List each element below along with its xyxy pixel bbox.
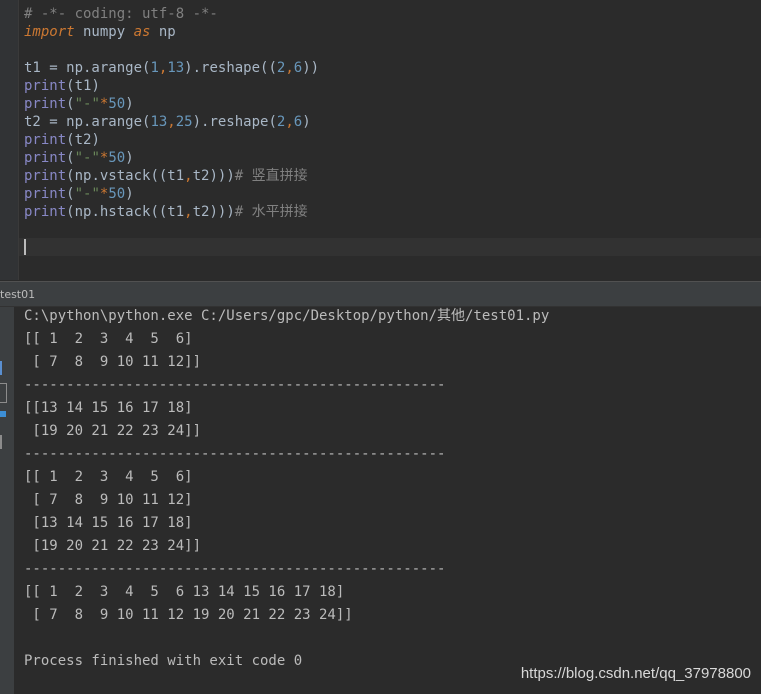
console-line: [ 7 8 9 10 11 12]] — [24, 354, 202, 370]
delete-icon[interactable] — [0, 435, 8, 449]
code-token: 水平拼接 — [251, 204, 308, 220]
run-toolbar — [0, 307, 14, 694]
code-token: print — [24, 78, 67, 94]
code-token: # — [234, 168, 252, 184]
current-line-highlight — [19, 238, 761, 256]
code-editor[interactable]: # -*- coding: utf-8 -*- import numpy as n… — [0, 0, 761, 280]
code-token: ( — [66, 186, 75, 202]
console-line: ----------------------------------------… — [24, 561, 446, 577]
code-token: ).reshape(( — [184, 60, 277, 76]
code-token: print — [24, 168, 67, 184]
code-token: t2))) — [192, 168, 235, 184]
code-token: print — [24, 96, 67, 112]
console-line: [ 7 8 9 10 11 12 19 20 21 22 23 24]] — [24, 607, 353, 623]
console-line: [[ 1 2 3 4 5 6 13 14 15 16 17 18] — [24, 584, 345, 600]
code-token: ( — [66, 96, 75, 112]
code-token: , — [285, 60, 294, 76]
code-token: 25 — [175, 114, 193, 130]
code-token: "-" — [74, 186, 100, 202]
code-token: 13 — [150, 114, 168, 130]
code-line: print("-"*50) — [24, 95, 134, 113]
console-output[interactable]: C:\python\python.exe C:/Users/gpc/Deskto… — [14, 307, 761, 694]
code-token: print — [24, 204, 67, 220]
code-token: 13 — [167, 60, 185, 76]
run-tool-window-header: test01 — [0, 281, 761, 307]
code-line: print("-"*50) — [24, 185, 134, 203]
console-line: [19 20 21 22 23 24]] — [24, 538, 202, 554]
code-token: "-" — [74, 96, 100, 112]
code-token: # -*- coding: utf-8 -*- — [24, 6, 218, 22]
console-line: ----------------------------------------… — [24, 446, 446, 462]
code-token: (t1) — [66, 78, 100, 94]
code-token: (t2) — [66, 132, 100, 148]
code-token: print — [24, 186, 67, 202]
code-token: (np.vstack((t1 — [66, 168, 185, 184]
code-token: numpy — [74, 24, 134, 40]
code-line: import numpy as np — [24, 23, 176, 41]
code-token: t2 = np.arange( — [24, 114, 151, 130]
code-token: , — [184, 204, 193, 220]
text-caret — [24, 239, 26, 255]
code-line: print("-"*50) — [24, 149, 134, 167]
code-token: 50 — [108, 186, 126, 202]
print-icon[interactable] — [0, 383, 7, 403]
code-line: print(np.vstack((t1,t2)))# 竖直拼接 — [24, 167, 308, 185]
code-token: ) — [125, 150, 134, 166]
editor-gutter — [0, 0, 19, 280]
code-token: 50 — [108, 96, 126, 112]
code-token: , — [167, 114, 176, 130]
console-line: [[13 14 15 16 17 18] — [24, 400, 193, 416]
code-line: print(np.hstack((t1,t2)))# 水平拼接 — [24, 203, 308, 221]
console-line: C:\python\python.exe C:/Users/gpc/Deskto… — [24, 308, 550, 324]
run-tab-test01[interactable]: test01 — [0, 287, 35, 303]
code-token: , — [184, 168, 193, 184]
pin-icon[interactable] — [0, 411, 6, 417]
code-line: print(t1) — [24, 77, 100, 95]
code-token: as — [133, 24, 151, 40]
code-token: ) — [302, 114, 311, 130]
code-token: # — [234, 204, 252, 220]
code-token: t1 = np.arange( — [24, 60, 151, 76]
code-line: t1 = np.arange(1,13).reshape((2,6)) — [24, 59, 319, 77]
code-token: import — [24, 24, 75, 40]
code-token: 6 — [293, 60, 303, 76]
console-line: [[ 1 2 3 4 5 6] — [24, 469, 193, 485]
code-token: ) — [125, 96, 134, 112]
code-token: print — [24, 132, 67, 148]
code-token: 6 — [293, 114, 303, 130]
code-token: ) — [125, 186, 134, 202]
code-token: t2))) — [192, 204, 235, 220]
code-token: 1 — [150, 60, 159, 76]
soft-wrap-icon[interactable] — [0, 361, 8, 375]
code-token: )) — [302, 60, 320, 76]
code-token: print — [24, 150, 67, 166]
code-token: np — [150, 24, 176, 40]
code-token: ).reshape( — [192, 114, 277, 130]
code-line: # -*- coding: utf-8 -*- — [24, 5, 218, 23]
code-token: 50 — [108, 150, 126, 166]
code-line: print(t2) — [24, 131, 100, 149]
code-line: t2 = np.arange(13,25).reshape(2,6) — [24, 113, 311, 131]
console-line: [13 14 15 16 17 18] — [24, 515, 193, 531]
code-token: "-" — [74, 150, 100, 166]
console-line: ----------------------------------------… — [24, 377, 446, 393]
console-line: Process finished with exit code 0 — [24, 653, 303, 669]
code-token: (np.hstack((t1 — [66, 204, 185, 220]
code-token: ( — [66, 150, 75, 166]
console-line: [[ 1 2 3 4 5 6] — [24, 331, 193, 347]
watermark-url: https://blog.csdn.net/qq_37978800 — [520, 665, 751, 682]
code-token: 竖直拼接 — [251, 168, 308, 184]
code-token: , — [285, 114, 294, 130]
console-line: [ 7 8 9 10 11 12] — [24, 492, 193, 508]
console-line: [19 20 21 22 23 24]] — [24, 423, 202, 439]
